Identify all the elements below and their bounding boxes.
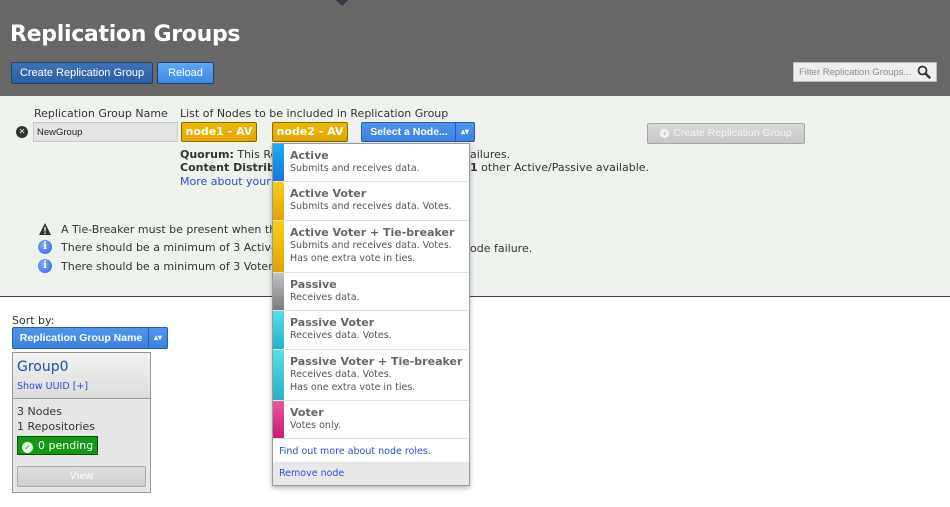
menu-item-desc: Votes only. [290, 420, 341, 431]
filter-box [793, 62, 937, 82]
view-button[interactable]: View [17, 466, 146, 487]
create-group-submit-button[interactable]: + Create Replication Group [647, 123, 805, 144]
group-name-input[interactable] [33, 122, 178, 142]
reload-button[interactable]: Reload [157, 62, 214, 84]
node-chip-node2[interactable]: node2 - AV [272, 122, 348, 142]
remove-node-item[interactable]: Remove node [273, 462, 469, 485]
chevron-updown-icon: ▴▾ [148, 328, 167, 348]
info-text: There should be a minimum of 3 Voter N [61, 260, 285, 273]
create-replication-group-button[interactable]: Create Replication Group [11, 62, 153, 84]
role-color-bar [273, 182, 284, 220]
select-node-label: Select a Node... [370, 126, 448, 138]
menu-item-desc: Receives data. [290, 292, 360, 303]
menu-item-desc-extra: Has one extra vote in ties. [290, 253, 416, 264]
more-about-link[interactable]: More about your [180, 175, 271, 188]
quorum-info: Quorum: This Re [180, 148, 277, 161]
role-color-bar [273, 221, 284, 272]
menu-item-desc-extra: Has one extra vote in ties. [290, 382, 416, 393]
nav-pointer-icon [336, 0, 348, 6]
page-title: Replication Groups [10, 22, 241, 47]
check-circle-icon: ✓ [22, 442, 33, 453]
menu-item-title: Passive Voter [290, 316, 375, 329]
header-bar: Replication Groups Create Replication Gr… [0, 0, 950, 96]
close-icon[interactable]: ✕ [16, 126, 28, 138]
info-icon: i [38, 259, 52, 273]
content-distribution-label: Content Distribi [180, 161, 279, 174]
remove-node-link[interactable]: Remove node [279, 468, 344, 479]
menu-item-desc: Submits and receives data. Votes. [290, 201, 452, 212]
sort-select[interactable]: Replication Group Name ▴▾ [12, 327, 168, 349]
sort-selected-label: Replication Group Name [19, 332, 143, 344]
menu-item-title: Active [290, 149, 329, 162]
warning-text: A Tie-Breaker must be present when the [61, 223, 283, 236]
group-repository-count: 1 Repositories [17, 420, 96, 433]
menu-item-active-voter[interactable]: Active Voter Submits and receives data. … [273, 182, 469, 221]
node-chip-node1[interactable]: node1 - AV [181, 122, 257, 142]
menu-item-desc: Receives data. Votes. [290, 330, 392, 341]
menu-item-active[interactable]: Active Submits and receives data. [273, 144, 469, 182]
quorum-text-tail: ailures. [470, 148, 511, 161]
available-text: other Active/Passive available. [481, 161, 650, 174]
menu-item-passive[interactable]: Passive Receives data. [273, 273, 469, 311]
group-card: Group0 Show UUID [+] 3 Nodes 1 Repositor… [12, 352, 151, 493]
group-name-label: Replication Group Name [34, 107, 168, 120]
group-node-count: 3 Nodes [17, 405, 62, 418]
content-distribution-info: Content Distribi [180, 161, 279, 174]
chevron-updown-icon: ▴▾ [455, 123, 474, 141]
menu-item-desc: Submits and receives data. Votes. [290, 240, 452, 251]
nodes-list-label: List of Nodes to be included in Replicat… [180, 107, 449, 120]
pending-text: 0 pending [38, 439, 94, 452]
warning-icon [39, 223, 51, 235]
info-text-tail: ode failure. [470, 242, 533, 255]
quorum-label: Quorum: [180, 148, 234, 161]
pending-badge: ✓ 0 pending [17, 436, 98, 455]
menu-item-passive-voter-tie-breaker[interactable]: Passive Voter + Tie-breaker Receives dat… [273, 350, 469, 401]
menu-item-desc: Receives data. Votes. [290, 369, 392, 380]
menu-item-passive-voter[interactable]: Passive Voter Receives data. Votes. [273, 311, 469, 350]
info-text: There should be a minimum of 3 Active [61, 241, 278, 254]
node-role-menu: Active Submits and receives data. Active… [272, 143, 470, 486]
create-group-submit-label: Create Replication Group [673, 127, 792, 139]
show-uuid-link[interactable]: Show UUID [+] [17, 381, 88, 392]
menu-item-title: Passive Voter + Tie-breaker [290, 355, 463, 368]
available-count: 1 [470, 161, 478, 174]
menu-item-voter[interactable]: Voter Votes only. [273, 401, 469, 439]
content-distribution-tail: 1 other Active/Passive available. [470, 161, 649, 174]
group-name-link[interactable]: Group0 [17, 359, 69, 375]
menu-item-title: Active Voter [290, 187, 367, 200]
role-color-bar [273, 311, 284, 349]
search-icon[interactable] [917, 65, 931, 79]
sort-label: Sort by: [12, 314, 55, 327]
plus-circle-icon: + [660, 129, 670, 138]
menu-item-title: Voter [290, 406, 324, 419]
menu-item-active-voter-tie-breaker[interactable]: Active Voter + Tie-breaker Submits and r… [273, 221, 469, 273]
role-color-bar [273, 144, 284, 181]
menu-item-title: Active Voter + Tie-breaker [290, 226, 455, 239]
group-card-header: Group0 Show UUID [+] [13, 353, 150, 399]
filter-input[interactable] [799, 65, 911, 80]
role-color-bar [273, 350, 284, 400]
role-color-bar [273, 401, 284, 438]
select-node-dropdown[interactable]: Select a Node... ▴▾ [361, 122, 475, 142]
menu-item-desc: Submits and receives data. [290, 163, 420, 174]
role-color-bar [273, 273, 284, 310]
info-icon: i [38, 240, 52, 254]
menu-item-title: Passive [290, 278, 337, 291]
create-group-panel: Replication Group Name List of Nodes to … [0, 96, 950, 297]
node-roles-help-link[interactable]: Find out more about node roles. [279, 446, 431, 457]
